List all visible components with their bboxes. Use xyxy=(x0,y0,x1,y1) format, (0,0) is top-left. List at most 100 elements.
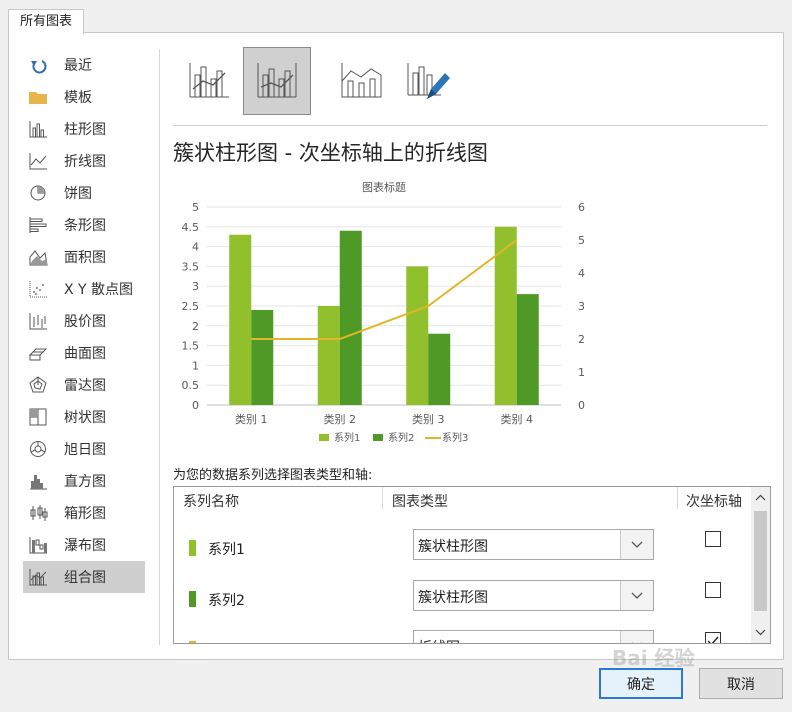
tab-all-charts[interactable]: 所有图表 xyxy=(8,9,84,34)
waterfall-chart-icon xyxy=(28,535,48,555)
sidebar-item-label: 折线图 xyxy=(64,154,106,170)
column-divider xyxy=(382,487,383,509)
series-row: 系列2 簇状柱形图 xyxy=(174,578,749,628)
bar-系列1 xyxy=(406,266,429,405)
sidebar-item-label: 直方图 xyxy=(64,474,106,490)
chart-type-dropdown[interactable]: 簇状柱形图 xyxy=(413,529,654,560)
secondary-tick-label: 4 xyxy=(578,267,585,280)
sidebar-item-radar-chart[interactable]: 雷达图 xyxy=(23,369,145,401)
primary-tick-label: 5 xyxy=(192,201,199,214)
stock-chart-icon xyxy=(28,311,48,331)
category-label: 类别 3 xyxy=(412,412,445,426)
chart-type-value: 簇状柱形图 xyxy=(418,539,488,555)
sidebar-item-sunburst-chart[interactable]: 旭日图 xyxy=(23,433,145,465)
folder-icon xyxy=(28,87,48,107)
primary-tick-label: 3 xyxy=(192,280,199,293)
series-name: 系列2 xyxy=(208,593,245,609)
sidebar-item-bar-chart[interactable]: 条形图 xyxy=(23,209,145,241)
secondary-axis-checkbox[interactable] xyxy=(705,582,721,598)
sidebar-item-label: 面积图 xyxy=(64,250,106,266)
column-chart-icon xyxy=(28,119,48,139)
primary-tick-label: 4 xyxy=(192,241,199,254)
table-scrollbar[interactable] xyxy=(751,487,770,643)
sidebar-item-label: X Y 散点图 xyxy=(64,282,134,298)
sidebar-item-label: 雷达图 xyxy=(64,378,106,394)
category-label: 类别 2 xyxy=(324,412,357,426)
scroll-up-icon[interactable] xyxy=(755,492,766,503)
combo-chart-icon xyxy=(28,567,48,587)
sidebar-item-surface-chart[interactable]: 曲面图 xyxy=(23,337,145,369)
header-chart-type: 图表类型 xyxy=(392,494,448,510)
sidebar-item-label: 最近 xyxy=(64,58,92,74)
secondary-axis-checkbox[interactable] xyxy=(705,531,721,547)
subtype-divider xyxy=(173,125,767,126)
series-row: 系列1 簇状柱形图 xyxy=(174,527,749,577)
sidebar-item-folder[interactable]: 模板 xyxy=(23,81,145,113)
legend-label: 系列3 xyxy=(442,431,468,444)
chart-preview: 图表标题 0 0.5 1 1.5 2 2.5 3 3.5 4 4.5 5 0 1 2 3 4 5 6 类别 1 类别 2… xyxy=(182,180,586,444)
box-whisker-chart-icon xyxy=(28,503,48,523)
sidebar-item-treemap-chart[interactable]: 树状图 xyxy=(23,401,145,433)
combo-variant-3-icon xyxy=(341,63,382,98)
primary-tick-label: 1 xyxy=(192,359,199,372)
chart-type-dropdown[interactable]: 簇状柱形图 xyxy=(413,580,654,611)
area-chart-icon xyxy=(28,247,48,267)
sidebar-item-line-chart[interactable]: 折线图 xyxy=(23,145,145,177)
bar-系列1 xyxy=(317,306,340,405)
primary-tick-label: 2 xyxy=(192,320,199,333)
sidebar-item-waterfall-chart[interactable]: 瀑布图 xyxy=(23,529,145,561)
sidebar-item-label: 组合图 xyxy=(64,570,106,586)
chevron-down-icon[interactable] xyxy=(620,530,653,559)
bar-系列2 xyxy=(516,294,539,405)
primary-tick-label: 2.5 xyxy=(182,300,200,313)
recent-icon xyxy=(28,55,48,75)
sidebar-item-combo-chart[interactable]: 组合图 xyxy=(23,561,145,593)
sidebar-item-scatter-chart[interactable]: X Y 散点图 xyxy=(23,273,145,305)
surface-chart-icon xyxy=(28,343,48,363)
sidebar-item-column-chart[interactable]: 柱形图 xyxy=(23,113,145,145)
custom-combo-pencil-icon xyxy=(407,63,450,99)
chart-type-value: 折线图 xyxy=(418,637,460,643)
subtype-column-line-secondary-axis[interactable] xyxy=(243,47,311,115)
subtype-clustered-column-line[interactable] xyxy=(175,47,243,115)
sidebar-item-area-chart[interactable]: 面积图 xyxy=(23,241,145,273)
secondary-tick-label: 0 xyxy=(578,399,585,412)
sidebar-item-label: 箱形图 xyxy=(64,506,106,522)
secondary-tick-label: 1 xyxy=(578,366,585,379)
legend-swatch xyxy=(319,434,329,441)
scrollbar-thumb[interactable] xyxy=(754,511,767,611)
bar-chart-icon xyxy=(28,215,48,235)
sidebar-item-label: 曲面图 xyxy=(64,346,106,362)
primary-tick-label: 3.5 xyxy=(182,260,200,273)
secondary-tick-label: 2 xyxy=(578,333,585,346)
combo-variant-2-icon xyxy=(257,63,297,98)
header-series-name: 系列名称 xyxy=(183,494,239,510)
primary-tick-label: 0.5 xyxy=(182,379,200,392)
subtype-custom-combination[interactable] xyxy=(394,47,462,115)
sidebar-item-pie-chart[interactable]: 饼图 xyxy=(23,177,145,209)
column-divider xyxy=(677,487,678,509)
sidebar-item-histogram-chart[interactable]: 直方图 xyxy=(23,465,145,497)
histogram-chart-icon xyxy=(28,471,48,491)
primary-tick-label: 0 xyxy=(192,399,199,412)
legend-label: 系列1 xyxy=(334,431,360,444)
cancel-button[interactable]: 取消 xyxy=(699,668,783,699)
ok-button[interactable]: 确定 xyxy=(599,668,683,699)
sidebar-item-recent[interactable]: 最近 xyxy=(23,49,145,81)
sidebar-item-label: 模板 xyxy=(64,90,92,106)
legend-swatch xyxy=(373,434,383,441)
radar-chart-icon xyxy=(28,375,48,395)
scroll-down-icon[interactable] xyxy=(755,627,766,638)
sidebar-item-label: 旭日图 xyxy=(64,442,106,458)
scatter-chart-icon xyxy=(28,279,48,299)
series-table: 系列名称 图表类型 次坐标轴 系列1簇状柱形图系列2簇状柱形图系列3折线图 xyxy=(173,486,771,644)
secondary-axis-checkbox[interactable] xyxy=(705,632,721,643)
series-color-swatch xyxy=(189,641,196,643)
sidebar-item-box-whisker-chart[interactable]: 箱形图 xyxy=(23,497,145,529)
sidebar-item-stock-chart[interactable]: 股价图 xyxy=(23,305,145,337)
subtype-stacked-area-column[interactable] xyxy=(327,47,395,115)
treemap-chart-icon xyxy=(28,407,48,427)
chevron-down-icon[interactable] xyxy=(620,581,653,610)
watermark-logo: Bai 经验 xyxy=(612,646,695,670)
sidebar-item-label: 条形图 xyxy=(64,218,106,234)
